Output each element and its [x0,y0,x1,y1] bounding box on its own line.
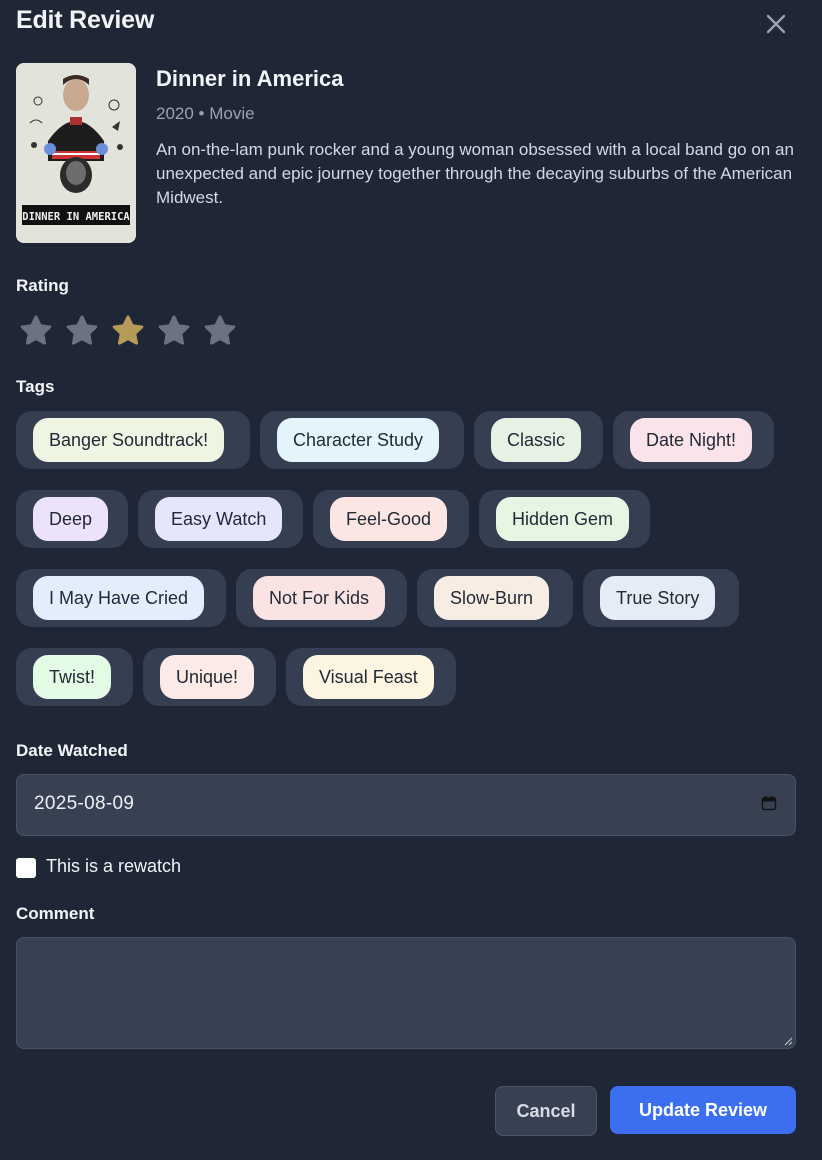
comment-label: Comment [16,904,95,923]
movie-poster: DINNER IN AMERICA [16,63,136,243]
tag-option[interactable]: True Story [583,569,739,627]
tag-label: Date Night! [630,418,753,462]
rewatch-label[interactable]: This is a rewatch [46,856,181,877]
tag-option[interactable]: Date Night! [613,411,774,469]
star-icon[interactable] [110,313,146,349]
movie-description: An on-the-lam punk rocker and a young wo… [156,140,794,207]
tag-option[interactable]: Twist! [16,648,133,706]
rewatch-checkbox[interactable] [16,858,36,878]
tag-label: Not For Kids [253,576,386,620]
tag-option[interactable]: Visual Feast [286,648,456,706]
tag-label: Feel-Good [330,497,448,541]
date-watched-input[interactable]: 2025-08-09 [16,774,796,836]
tag-label: Banger Soundtrack! [33,418,225,462]
tag-label: Slow-Burn [434,576,550,620]
star-icon[interactable] [202,313,238,349]
rating-label: Rating [16,276,69,295]
tag-option[interactable]: Easy Watch [138,490,303,548]
star-icon[interactable] [18,313,54,349]
comment-textarea[interactable] [16,937,796,1049]
tag-label: Deep [33,497,109,541]
tag-label: Twist! [33,655,112,699]
tag-label: Hidden Gem [496,497,630,541]
date-watched-label: Date Watched [16,741,128,760]
poster-title-text: DINNER IN AMERICA [22,211,130,223]
cancel-button[interactable]: Cancel [495,1086,597,1136]
tag-option[interactable]: Deep [16,490,128,548]
star-rating[interactable] [18,313,238,349]
tag-option[interactable]: Slow-Burn [417,569,573,627]
close-icon[interactable] [760,8,792,40]
movie-meta: 2020 • Movie [156,104,255,123]
tag-label: I May Have Cried [33,576,205,620]
movie-title: Dinner in America [156,66,344,91]
tag-option[interactable]: Unique! [143,648,276,706]
resize-handle-icon[interactable] [783,1036,793,1046]
update-review-button[interactable]: Update Review [610,1086,796,1134]
date-watched-value: 2025-08-09 [34,793,135,814]
tag-option[interactable]: Character Study [260,411,464,469]
tag-label: True Story [600,576,716,620]
edit-review-dialog: Edit Review DINNER IN AMERICA Dinner in … [0,0,822,1160]
tag-label: Classic [491,418,582,462]
tag-option[interactable]: Hidden Gem [479,490,650,548]
tag-option[interactable]: Not For Kids [236,569,407,627]
tag-option[interactable]: Classic [474,411,603,469]
tag-label: Easy Watch [155,497,283,541]
star-icon[interactable] [64,313,100,349]
poster-image: DINNER IN AMERICA [16,63,136,243]
dialog-title: Edit Review [16,6,155,34]
calendar-icon[interactable] [761,795,777,811]
tag-label: Character Study [277,418,440,462]
tag-option[interactable]: I May Have Cried [16,569,226,627]
star-icon[interactable] [156,313,192,349]
tag-label: Unique! [160,655,255,699]
tag-option[interactable]: Feel-Good [313,490,469,548]
tag-label: Visual Feast [303,655,434,699]
tag-option[interactable]: Banger Soundtrack! [16,411,250,469]
tags-label: Tags [16,377,55,396]
